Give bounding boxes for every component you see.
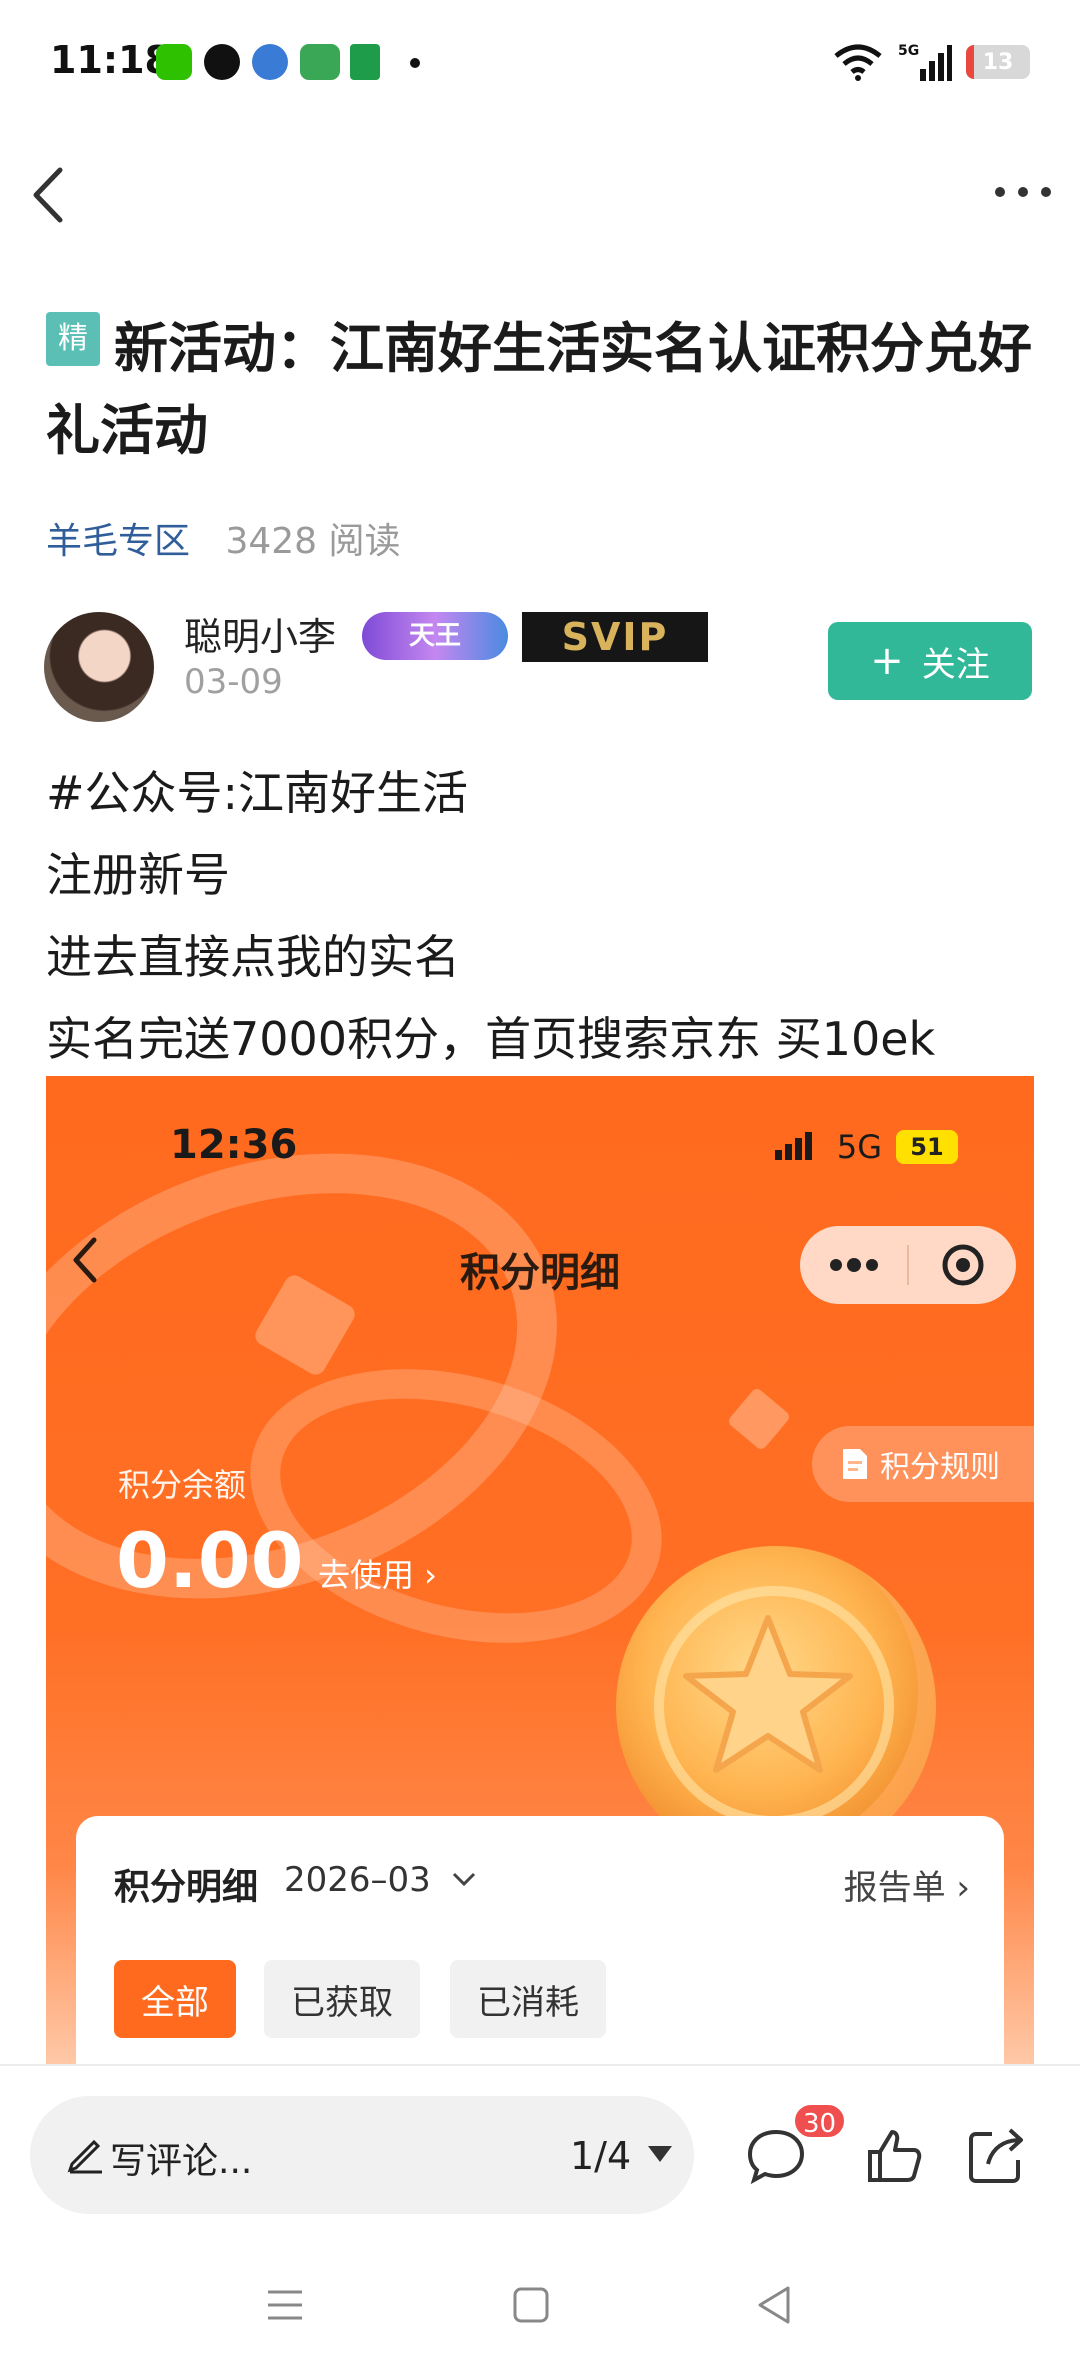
embedded-screenshot[interactable]: 12:36 5G 51 积分明细 积分规则 积分余额 0.00 去使用 › 积分… <box>46 1076 1034 2066</box>
browser-icon <box>252 44 288 80</box>
svip-badge: SVIP <box>522 612 708 662</box>
read-count: 3428 阅读 <box>225 521 401 562</box>
embedded-network: 5G <box>836 1128 882 1166</box>
system-navigation <box>0 2240 1080 2376</box>
decor-shape <box>726 1386 792 1452</box>
wechat-icon <box>156 44 192 80</box>
mini-program-capsule <box>800 1226 1016 1304</box>
more-dots-icon <box>800 1226 907 1304</box>
comment-placeholder: 写评论... <box>110 2141 253 2182</box>
chevron-left-icon[interactable] <box>22 160 82 230</box>
more-dots-icon[interactable] <box>988 172 1058 212</box>
document-icon <box>843 1449 867 1479</box>
signal-icon: 5G <box>898 43 952 81</box>
menu-icon[interactable] <box>260 2280 310 2330</box>
battery-level: 13 <box>982 49 1014 75</box>
oppo-icon <box>300 44 340 80</box>
filter-earned: 已获取 <box>264 1960 420 2038</box>
pencil-icon <box>67 2139 102 2174</box>
article-title: 精新活动：江南好生活实名认证积分兑好礼活动 <box>46 308 1036 472</box>
report-link: 报告单 › <box>843 1868 970 1908</box>
qq-icon <box>204 44 240 80</box>
back-triangle-icon[interactable] <box>750 2280 800 2330</box>
chevron-down-icon <box>452 1872 476 1887</box>
avatar[interactable] <box>44 612 154 722</box>
share-icon[interactable] <box>964 2124 1028 2188</box>
caret-down-icon[interactable] <box>648 2146 672 2164</box>
bottom-action-bar: 写评论... 1/4 30 <box>0 2064 1080 2224</box>
more-notifications-dot <box>410 58 420 68</box>
post-line: 实名完送7000积分，首页搜索京东 买10ek <box>46 1012 936 1066</box>
home-icon[interactable] <box>506 2280 556 2330</box>
embedded-status-time: 12:36 <box>170 1122 298 1168</box>
filter-all: 全部 <box>114 1960 236 2038</box>
title-badge: 天王 <box>362 612 508 660</box>
post-icon <box>350 44 380 80</box>
post-line: 注册新号 <box>46 848 230 902</box>
follow-label: 关注 <box>921 644 990 685</box>
post-line: #公众号:江南好生活 <box>46 766 469 820</box>
month-selector: 2026–03 <box>284 1860 431 1900</box>
battery-icon: 13 <box>966 45 1030 79</box>
page-indicator[interactable]: 1/4 <box>570 2134 631 2178</box>
filter-spent: 已消耗 <box>450 1960 606 2038</box>
star-icon <box>683 1615 853 1773</box>
close-target-icon <box>909 1226 1016 1304</box>
comment-count-badge: 30 <box>792 2102 848 2140</box>
embedded-status-right: 5G 51 <box>774 1128 958 1166</box>
points-rules-label: 积分规则 <box>880 1450 1000 1485</box>
status-bar: 11:18 5G 13 <box>0 0 1080 120</box>
wifi-icon <box>834 44 882 81</box>
points-rules-button: 积分规则 <box>812 1426 1034 1502</box>
card-title: 积分明细 <box>114 1867 259 1908</box>
comment-input[interactable]: 写评论... 1/4 <box>30 2096 694 2214</box>
plus-icon: + <box>870 638 904 684</box>
follow-button[interactable]: + 关注 <box>828 622 1032 700</box>
balance-label: 积分余额 <box>118 1466 247 1504</box>
signal-icon <box>774 1132 812 1160</box>
embedded-battery: 51 <box>896 1130 958 1164</box>
post-date: 03-09 <box>184 662 283 702</box>
featured-tag: 精 <box>46 312 100 366</box>
post-line: 进去直接点我的实名 <box>46 930 460 984</box>
post-body: #公众号:江南好生活 注册新号 进去直接点我的实名 实名完送7000积分，首页搜… <box>46 752 1046 1080</box>
points-detail-card: 积分明细 2026–03 报告单 › 全部 已获取 已消耗 <box>76 1816 1004 2066</box>
status-right: 5G 13 <box>832 40 1030 84</box>
article-meta: 羊毛专区 3428 阅读 <box>46 512 401 564</box>
svg-text:5G: 5G <box>898 43 919 59</box>
author-name[interactable]: 聪明小李 <box>184 606 336 661</box>
category-link[interactable]: 羊毛专区 <box>46 521 190 562</box>
like-icon[interactable] <box>862 2124 926 2188</box>
status-time: 11:18 <box>50 38 171 82</box>
article-title-text: 新活动：江南好生活实名认证积分兑好礼活动 <box>46 317 1032 462</box>
use-link: 去使用 › <box>318 1556 437 1594</box>
balance-value: 0.00 <box>116 1516 304 1605</box>
top-nav <box>0 150 1080 240</box>
